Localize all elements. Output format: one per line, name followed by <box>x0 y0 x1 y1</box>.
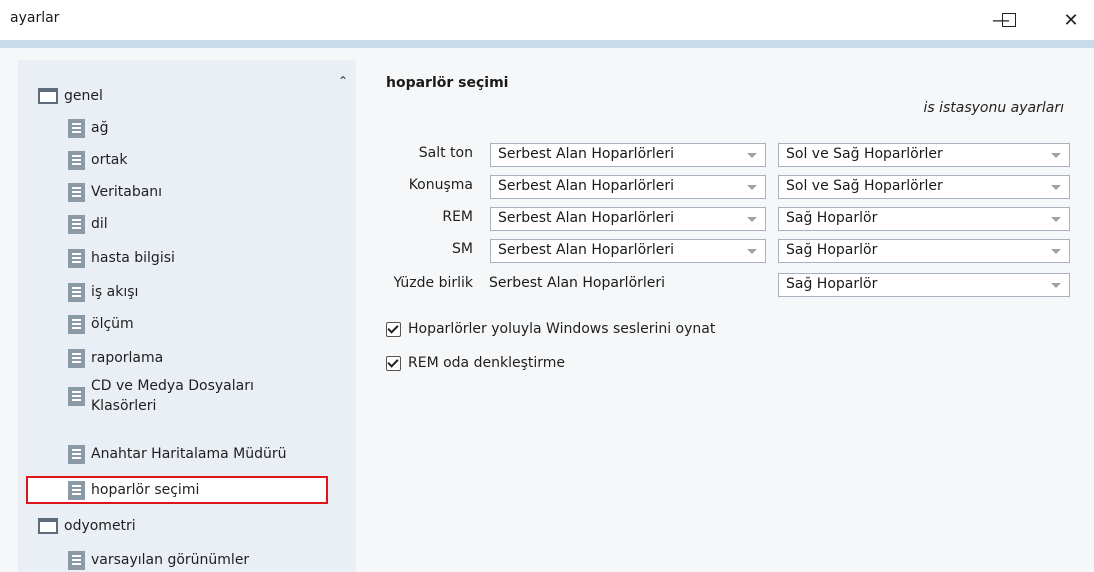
tree-item[interactable]: ağ <box>68 118 108 138</box>
source-dropdown-value: Serbest Alan Hoparlörleri <box>498 242 675 258</box>
folder-icon <box>38 518 58 534</box>
document-icon <box>68 214 85 234</box>
tree-item[interactable]: genel <box>38 86 103 106</box>
tree-item[interactable]: CD ve Medya Dosyaları Klasörleri <box>68 376 254 416</box>
tree-item-label: Veritabanı <box>91 184 163 200</box>
tree-item-label: odyometri <box>64 518 136 534</box>
output-dropdown[interactable]: Sol ve Sağ Hoparlörler <box>778 143 1070 167</box>
row-label: SM <box>452 241 473 257</box>
source-dropdown[interactable]: Serbest Alan Hoparlörleri <box>490 207 766 231</box>
output-dropdown-value: Sağ Hoparlör <box>786 210 878 226</box>
close-button[interactable]: ✕ <box>1048 0 1094 40</box>
maximize-button[interactable] <box>986 0 1032 40</box>
folder-icon <box>38 88 58 104</box>
chevron-down-icon <box>1051 249 1061 254</box>
output-dropdown-value: Sol ve Sağ Hoparlörler <box>786 146 943 162</box>
tree-scrollbar[interactable]: ⌃ <box>332 60 356 572</box>
chevron-up-icon[interactable]: ⌃ <box>338 74 348 88</box>
document-icon <box>68 386 85 406</box>
tree-item-label: hoparlör seçimi <box>91 482 200 498</box>
document-icon <box>68 480 85 500</box>
checkbox-row[interactable]: Hoparlörler yoluyla Windows seslerini oy… <box>386 321 715 337</box>
document-icon <box>68 150 85 170</box>
output-dropdown[interactable]: Sol ve Sağ Hoparlörler <box>778 175 1070 199</box>
source-value: Serbest Alan Hoparlörleri <box>489 275 666 291</box>
row-label: Salt ton <box>418 145 473 161</box>
output-dropdown-value: Sağ Hoparlör <box>786 242 878 258</box>
chevron-down-icon <box>1051 217 1061 222</box>
row-label: REM <box>442 209 473 225</box>
chevron-down-icon <box>747 217 757 222</box>
source-dropdown[interactable]: Serbest Alan Hoparlörleri <box>490 175 766 199</box>
checkbox[interactable] <box>386 355 401 371</box>
panel-subtitle: is istasyonu ayarları <box>923 100 1064 116</box>
tree-item-label: varsayılan görünümler <box>91 552 250 568</box>
tree-item[interactable]: hasta bilgisi <box>68 248 175 268</box>
document-icon <box>68 118 85 138</box>
tree-item-label: CD ve Medya Dosyaları Klasörleri <box>91 378 254 414</box>
checkbox-label: REM oda denkleştirme <box>408 355 566 371</box>
document-icon <box>68 282 85 302</box>
tree-item-label: iş akışı <box>91 284 139 300</box>
tree-item-label: genel <box>64 88 103 104</box>
output-dropdown[interactable]: Sağ Hoparlör <box>778 207 1070 231</box>
output-dropdown-value: Sol ve Sağ Hoparlörler <box>786 178 943 194</box>
tree-item-label: Anahtar Haritalama Müdürü <box>91 446 287 462</box>
title-bar: ayarlar — ✕ <box>0 0 1094 40</box>
document-icon <box>68 248 85 268</box>
document-icon <box>68 550 85 570</box>
source-dropdown-value: Serbest Alan Hoparlörleri <box>498 146 675 162</box>
chevron-down-icon <box>747 249 757 254</box>
checkbox[interactable] <box>386 321 401 337</box>
close-icon: ✕ <box>1063 9 1079 31</box>
checkbox-label: Hoparlörler yoluyla Windows seslerini oy… <box>408 321 716 337</box>
output-dropdown[interactable]: Sağ Hoparlör <box>778 273 1070 297</box>
document-icon <box>68 182 85 202</box>
document-icon <box>68 444 85 464</box>
maximize-icon <box>1002 13 1016 27</box>
chevron-down-icon <box>1051 283 1061 288</box>
tree-item[interactable]: Anahtar Haritalama Müdürü <box>68 444 286 464</box>
title-bar-border <box>0 40 1094 48</box>
tree-item[interactable]: ortak <box>68 150 128 170</box>
window-title: ayarlar <box>10 10 60 26</box>
tree-item-label: hasta bilgisi <box>91 250 175 266</box>
chevron-down-icon <box>747 153 757 158</box>
checkbox-row[interactable]: REM oda denkleştirme <box>386 355 565 371</box>
source-dropdown-value: Serbest Alan Hoparlörleri <box>498 210 675 226</box>
tree-item-label: ağ <box>91 120 109 136</box>
chevron-down-icon <box>1051 185 1061 190</box>
row-label: Konuşma <box>408 177 473 193</box>
tree-item[interactable]: ölçüm <box>68 314 134 334</box>
chevron-down-icon <box>1051 153 1061 158</box>
tree-item[interactable]: hoparlör seçimi <box>68 480 199 500</box>
tree-item-label-line2: Klasörleri <box>91 398 157 414</box>
tree-item-label: ölçüm <box>91 316 134 332</box>
tree-item[interactable]: iş akışı <box>68 282 138 302</box>
tree-item-label: dil <box>91 216 108 232</box>
output-dropdown[interactable]: Sağ Hoparlör <box>778 239 1070 263</box>
tree-item[interactable]: odyometri <box>38 516 136 536</box>
tree-item[interactable]: raporlama <box>68 348 163 368</box>
tree-item-label: ortak <box>91 152 128 168</box>
tree-item[interactable]: dil <box>68 214 108 234</box>
panel-title: hoparlör seçimi <box>386 75 509 91</box>
source-dropdown-value: Serbest Alan Hoparlörleri <box>498 178 675 194</box>
tree-item-label: raporlama <box>91 350 164 366</box>
chevron-down-icon <box>747 185 757 190</box>
document-icon <box>68 314 85 334</box>
tree-item[interactable]: varsayılan görünümler <box>68 550 249 570</box>
source-dropdown[interactable]: Serbest Alan Hoparlörleri <box>490 239 766 263</box>
content-area: genel ağ ortak Veritabanı dil hasta bilgisi iş… <box>0 48 1094 572</box>
row-label: Yüzde birlik <box>393 275 473 291</box>
settings-tree: genel ağ ortak Veritabanı dil hasta bilgisi iş… <box>18 60 356 572</box>
tree-item[interactable]: Veritabanı <box>68 182 162 202</box>
source-dropdown[interactable]: Serbest Alan Hoparlörleri <box>490 143 766 167</box>
document-icon <box>68 348 85 368</box>
output-dropdown-value: Sağ Hoparlör <box>786 276 878 292</box>
